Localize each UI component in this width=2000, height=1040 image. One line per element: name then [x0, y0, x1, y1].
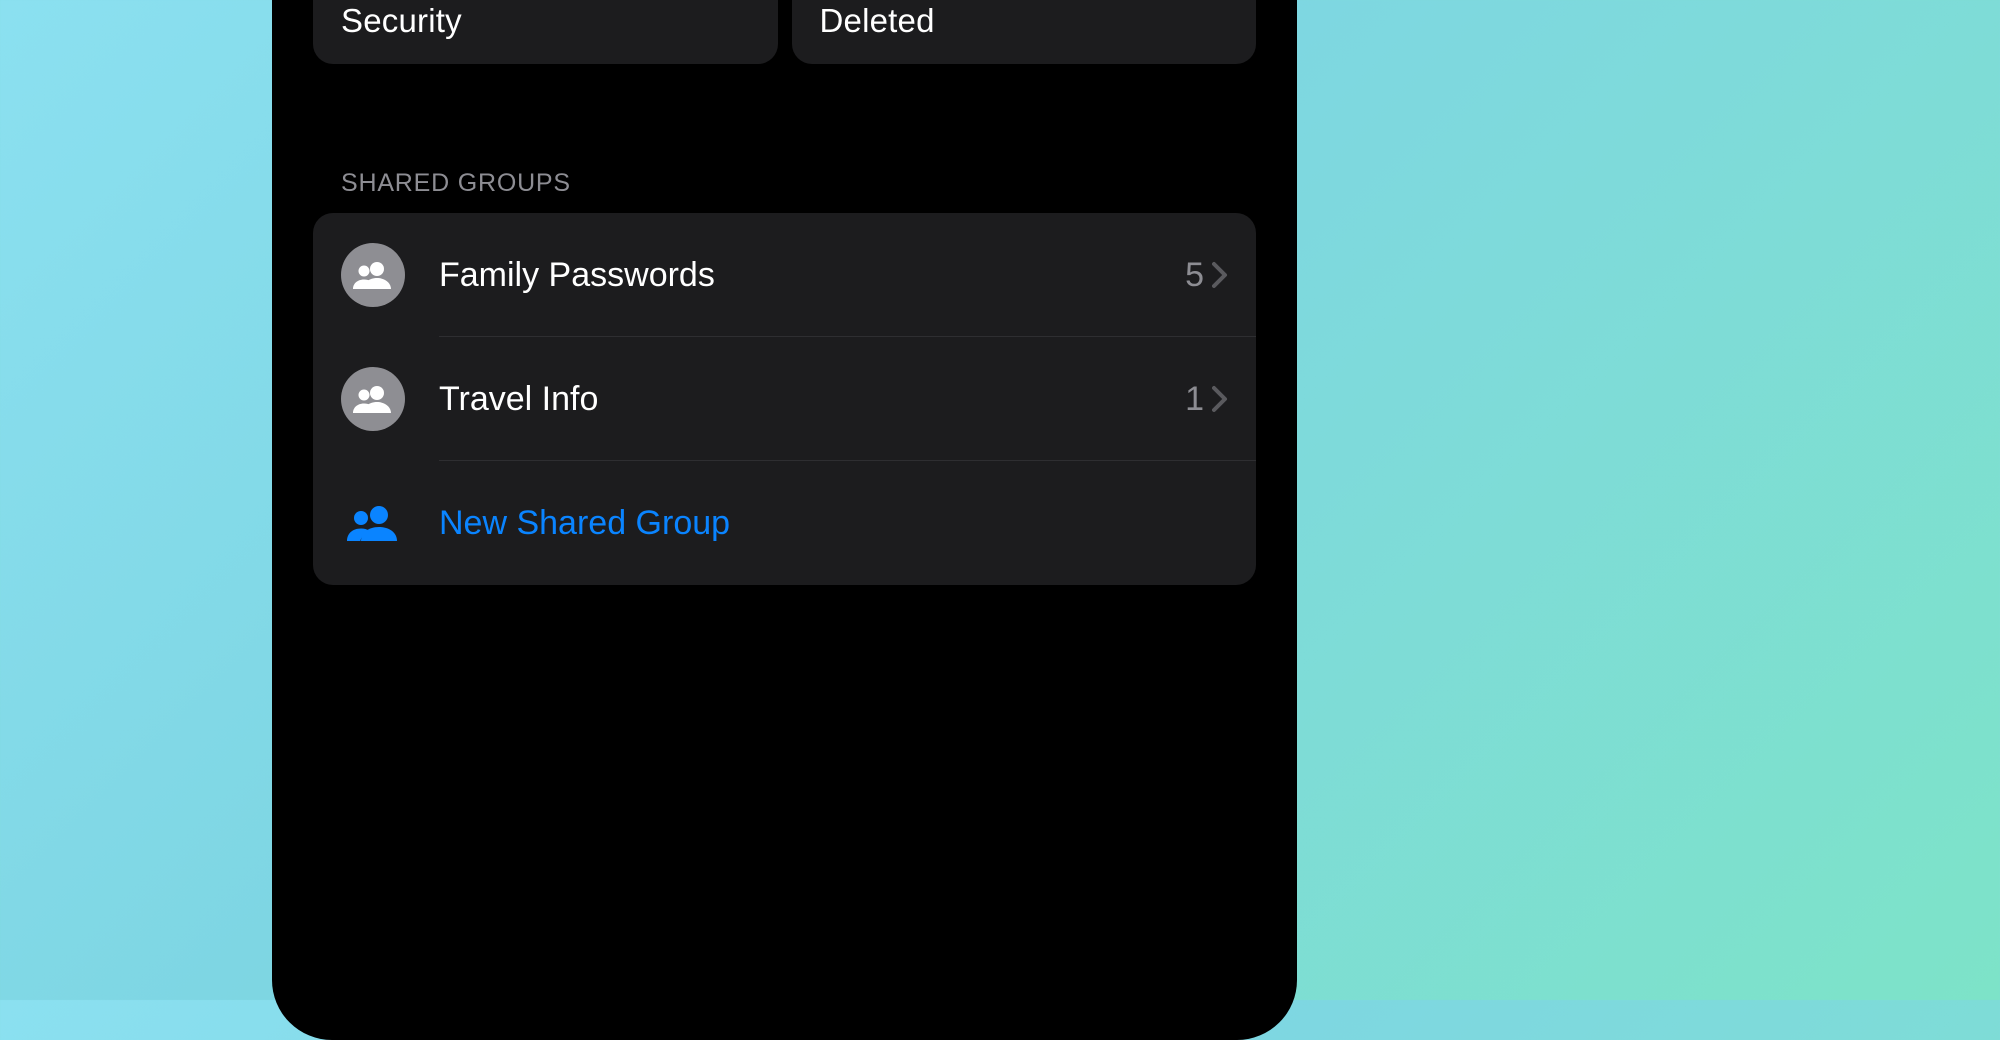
phone-frame: Security Deleted SHARED GROUPS [272, 0, 1297, 1040]
new-shared-group-label: New Shared Group [439, 504, 730, 543]
people-icon [341, 367, 405, 431]
deleted-card[interactable]: Deleted [792, 0, 1257, 64]
group-row-travel-info[interactable]: Travel Info 1 [313, 337, 1256, 461]
chevron-right-icon [1212, 261, 1228, 289]
shared-groups-list: Family Passwords 5 [313, 213, 1256, 585]
deleted-card-title: Deleted [820, 2, 1229, 40]
group-label: Family Passwords [439, 256, 1185, 295]
divider [439, 460, 1256, 461]
group-row-family-passwords[interactable]: Family Passwords 5 [313, 213, 1256, 337]
chevron-right-icon [1212, 385, 1228, 413]
people-icon [341, 243, 405, 307]
new-shared-group-button[interactable]: New Shared Group [313, 461, 1256, 585]
shared-groups-header: SHARED GROUPS [341, 169, 1256, 198]
security-card[interactable]: Security [313, 0, 778, 64]
people-icon [341, 505, 405, 541]
security-card-title: Security [341, 2, 750, 40]
group-count: 5 [1185, 256, 1204, 295]
phone-screen: Security Deleted SHARED GROUPS [286, 0, 1283, 1026]
group-label: Travel Info [439, 380, 1185, 419]
category-card-row: Security Deleted [313, 0, 1256, 64]
group-count: 1 [1185, 380, 1204, 419]
